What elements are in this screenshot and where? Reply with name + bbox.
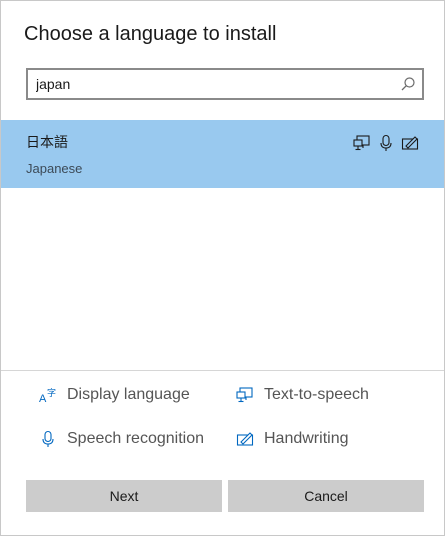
handwriting-icon [236, 430, 254, 448]
feature-legend: A 字 Display language Text-to-speech Spee… [1, 376, 444, 466]
legend-text-to-speech: Text-to-speech [236, 383, 369, 407]
legend-display-language-label: Display language [67, 386, 190, 403]
search-icon[interactable] [400, 76, 416, 92]
language-list: 日本語 Japanese [1, 120, 444, 371]
next-button[interactable]: Next [26, 480, 222, 512]
search-box[interactable] [26, 68, 424, 100]
dialog-title: Choose a language to install [24, 23, 277, 45]
handwriting-icon [401, 134, 419, 152]
text-to-speech-icon [236, 386, 254, 404]
display-language-icon: A 字 [39, 386, 57, 404]
language-install-dialog: Choose a language to install 日本語 Japanes… [0, 0, 445, 536]
svg-text:A: A [39, 393, 47, 404]
speech-recognition-icon [39, 430, 57, 448]
list-item-japanese[interactable]: 日本語 Japanese [1, 120, 444, 188]
language-english-name: Japanese [26, 161, 83, 176]
legend-speech-recognition: Speech recognition [39, 427, 204, 451]
legend-handwriting-label: Handwriting [264, 430, 349, 447]
search-input[interactable] [36, 70, 386, 98]
svg-text:字: 字 [47, 387, 56, 399]
cancel-button[interactable]: Cancel [228, 480, 424, 512]
legend-display-language: A 字 Display language [39, 383, 190, 407]
language-feature-icons [353, 134, 419, 152]
legend-text-to-speech-label: Text-to-speech [264, 386, 369, 403]
speech-recognition-icon [377, 134, 395, 152]
language-native-name: 日本語 [26, 134, 68, 150]
legend-handwriting: Handwriting [236, 427, 348, 451]
legend-speech-recognition-label: Speech recognition [67, 430, 204, 447]
text-to-speech-icon [353, 134, 371, 152]
